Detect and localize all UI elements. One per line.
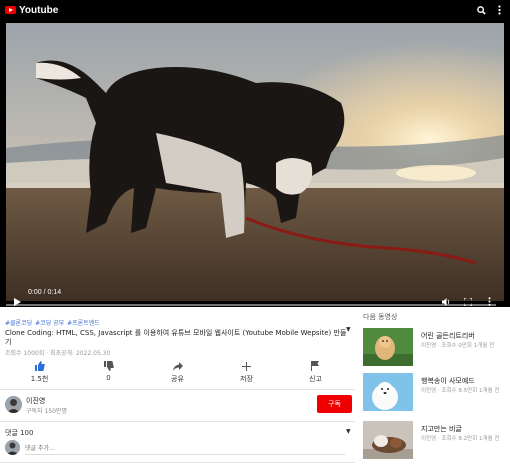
subscribe-button[interactable]: 구독 bbox=[317, 395, 352, 413]
play-icon[interactable] bbox=[14, 291, 21, 310]
subscriber-count: 구독자 150만명 bbox=[26, 408, 67, 415]
channel-avatar[interactable] bbox=[5, 396, 22, 413]
app-header: Youtube bbox=[0, 0, 510, 20]
next-video-title: 어린 골든리트리버 bbox=[421, 332, 475, 340]
comment-input[interactable] bbox=[25, 442, 345, 455]
channel-info: 이진영 구독자 150만명 구독 bbox=[5, 395, 352, 415]
divider bbox=[0, 389, 355, 390]
user-avatar bbox=[5, 440, 20, 455]
logo-text: Youtube bbox=[19, 4, 59, 16]
dislike-count: 0 bbox=[106, 374, 111, 382]
dislike-button[interactable]: 0 bbox=[74, 360, 143, 384]
share-label: 공유 bbox=[171, 375, 184, 383]
report-button[interactable]: 신고 bbox=[281, 360, 350, 384]
comment-compose bbox=[5, 440, 350, 458]
player-controls: 0:00 / 0:14 bbox=[6, 288, 504, 307]
hashtag[interactable]: #클론코딩 bbox=[5, 318, 32, 327]
video-meta: 조회수 1000회 · 최초공개: 2022.05.30 bbox=[5, 350, 111, 357]
action-bar: 1.5천 0 공유 저장 신고 bbox=[5, 360, 350, 384]
comments-header[interactable]: 댓글 100 bbox=[5, 428, 33, 438]
hashtag[interactable]: #코딩 공부 bbox=[35, 318, 64, 327]
video-thumbnail[interactable] bbox=[363, 373, 413, 411]
youtube-logo[interactable]: Youtube bbox=[5, 5, 58, 16]
progress-bar[interactable] bbox=[6, 304, 496, 306]
share-icon bbox=[172, 360, 183, 372]
next-video-meta: 이진영 · 조회수 0만회 1개월 전 bbox=[421, 343, 495, 349]
video-title: Clone Coding: HTML, CSS, Javascript 를 이용… bbox=[5, 329, 347, 346]
save-button[interactable]: 저장 bbox=[212, 360, 281, 384]
fullscreen-icon[interactable] bbox=[463, 291, 473, 310]
volume-icon[interactable] bbox=[442, 291, 451, 310]
like-button[interactable]: 1.5천 bbox=[5, 360, 74, 384]
video-thumbnail[interactable] bbox=[363, 328, 413, 366]
save-label: 저장 bbox=[240, 375, 253, 383]
next-video-title: 지고만는 비글 bbox=[421, 425, 462, 433]
plus-icon bbox=[242, 360, 251, 372]
hashtag[interactable]: #프론트엔드 bbox=[67, 318, 100, 327]
next-video-item[interactable]: 어린 골든리트리버 이진영 · 조회수 0만회 1개월 전 bbox=[363, 328, 508, 368]
hashtag-list: #클론코딩 #코딩 공부 #프론트엔드 bbox=[5, 318, 100, 327]
search-icon[interactable] bbox=[476, 4, 486, 16]
video-player[interactable]: 0:00 / 0:14 bbox=[0, 20, 510, 307]
next-video-meta: 이진영 · 조회수 8.5만회 1개월 전 bbox=[421, 388, 500, 394]
divider bbox=[0, 421, 355, 422]
puppy-on-beach-image bbox=[6, 23, 504, 301]
up-next-heading: 다음 동영상 bbox=[363, 313, 398, 321]
player-time: 0:00 / 0:14 bbox=[28, 289, 62, 296]
divider bbox=[0, 462, 355, 463]
share-button[interactable]: 공유 bbox=[143, 360, 212, 384]
next-video-meta: 이진영 · 조회수 8.2만회 1개월 전 bbox=[421, 436, 500, 442]
video-thumbnail[interactable] bbox=[363, 421, 413, 459]
more-vertical-icon[interactable] bbox=[488, 291, 491, 310]
thumbs-up-icon bbox=[34, 360, 45, 372]
next-video-item[interactable]: 행복송이 사모예드 이진영 · 조회수 8.5만회 1개월 전 bbox=[363, 373, 508, 413]
channel-name[interactable]: 이진영 bbox=[26, 396, 45, 406]
report-label: 신고 bbox=[309, 375, 322, 383]
caret-down-icon[interactable]: ▼ bbox=[346, 326, 351, 333]
caret-down-icon[interactable]: ▼ bbox=[346, 428, 351, 435]
next-video-item[interactable]: 지고만는 비글 이진영 · 조회수 8.2만회 1개월 전 bbox=[363, 421, 508, 461]
thumbs-down-icon bbox=[103, 360, 114, 372]
next-video-title: 행복송이 사모예드 bbox=[421, 377, 475, 385]
flag-icon bbox=[311, 360, 320, 372]
youtube-logo-icon bbox=[5, 6, 16, 14]
video-frame[interactable] bbox=[6, 23, 504, 301]
more-vertical-icon[interactable] bbox=[494, 4, 504, 16]
like-count: 1.5천 bbox=[30, 375, 49, 383]
